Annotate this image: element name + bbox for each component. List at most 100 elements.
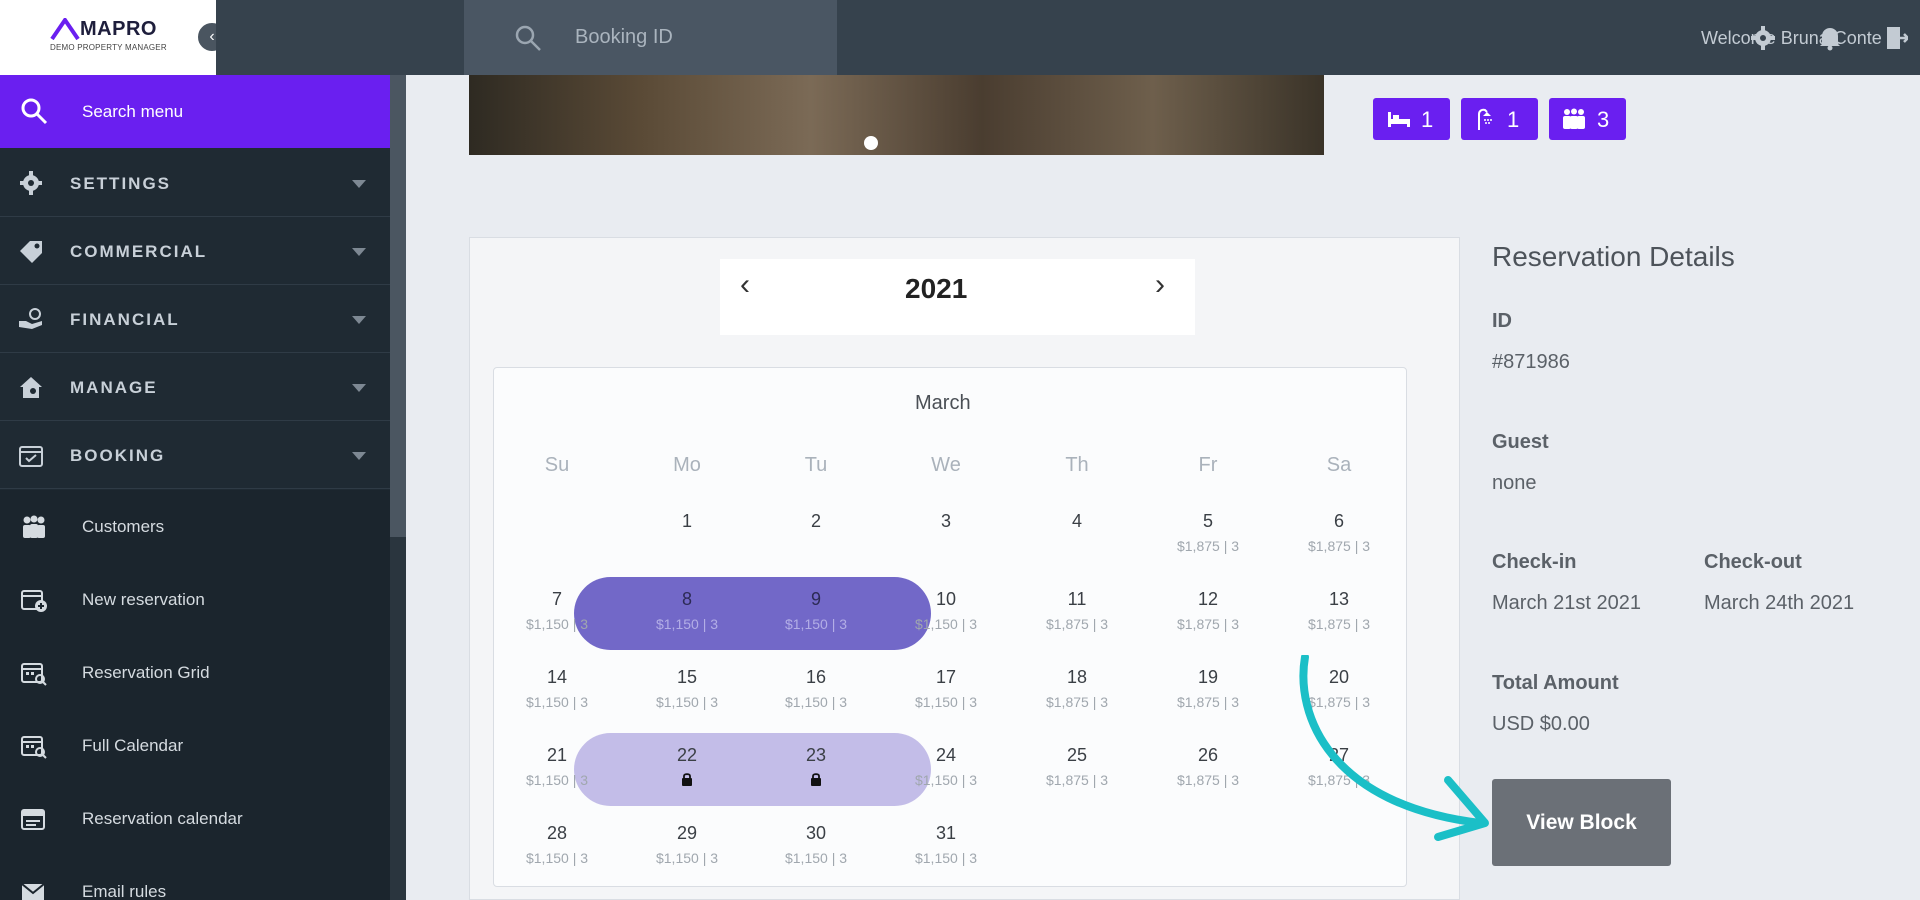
day-price: $1,875 | 3 [1045,772,1109,788]
day-price: $1,150 | 3 [784,850,848,866]
calendar-day[interactable]: 13 $1,875 | 3 [1284,589,1394,632]
sidebar-item-new-reservation[interactable]: New reservation [0,563,390,635]
day-number: 17 [935,667,957,687]
sidebar-item-full-calendar[interactable]: Full Calendar [0,709,390,781]
day-number: 18 [1066,667,1088,687]
calendar-day[interactable]: 19 $1,875 | 3 [1153,667,1263,710]
check-out-value: March 24th 2021 [1704,592,1855,614]
day-number: 24 [935,745,957,765]
blocked-range[interactable] [574,733,931,806]
day-number: 7 [551,589,562,609]
calendar-day[interactable]: 30 $1,150 | 3 [761,823,871,866]
calendar-day[interactable]: 5 $1,875 | 3 [1153,511,1263,554]
day-price: $1,150 | 3 [784,694,848,710]
sidebar-item-reservation-calendar[interactable]: Reservation calendar [0,782,390,854]
day-price: $1,150 | 3 [784,616,848,632]
calendar-day[interactable]: 12 $1,875 | 3 [1153,589,1263,632]
logo-text: MAPRO [80,18,157,40]
day-price: $1,875 | 3 [1307,616,1371,632]
day-price: $1,150 | 3 [655,694,719,710]
calendar-day[interactable]: 23 [761,745,871,786]
calendar-day[interactable]: 14 $1,150 | 3 [502,667,612,710]
bedrooms-count: 1 [1421,107,1434,132]
sidebar-item-customers[interactable]: Customers [0,490,390,562]
day-price: $1,875 | 3 [1307,538,1371,554]
day-price: $1,875 | 3 [1045,616,1109,632]
calendar-day[interactable]: 15 $1,150 | 3 [632,667,742,710]
sidebar-item-label: Reservation Grid [82,663,210,682]
calendar-day[interactable]: 2 [761,511,871,532]
day-number: 6 [1333,511,1344,531]
calendar-day[interactable]: 1 [632,511,742,532]
weekday-header: Th [1065,454,1089,476]
sidebar-section-label: COMMERCIAL [70,242,208,261]
logo[interactable]: MAPRO DEMO PROPERTY MANAGER [0,0,216,75]
sidebar-scrollbar-thumb[interactable] [390,75,406,537]
day-number: 29 [676,823,698,843]
calendar-day[interactable]: 7 $1,150 | 3 [502,589,612,632]
sidebar-section-commercial[interactable]: COMMERCIAL [0,217,390,285]
top-bar: Booking ID Welcome Bruna Conte [216,0,1920,75]
booking-id-search[interactable]: Booking ID [464,0,837,75]
next-year-button[interactable]: › [1155,268,1165,302]
day-number: 10 [935,589,957,609]
calendar-day[interactable]: 4 [1022,511,1132,532]
day-number: 4 [1071,511,1082,531]
calendar-day[interactable]: 31 $1,150 | 3 [891,823,1001,866]
calendar-day[interactable]: 3 [891,511,1001,532]
calendar-day[interactable]: 25 $1,875 | 3 [1022,745,1132,788]
sidebar-item-reservation-grid[interactable]: Reservation Grid [0,636,390,708]
calendar-day[interactable]: 28 $1,150 | 3 [502,823,612,866]
calendar-day[interactable]: 29 $1,150 | 3 [632,823,742,866]
previous-year-button[interactable]: ‹ [740,268,750,302]
day-price: $1,150 | 3 [525,694,589,710]
chevron-down-icon [352,384,366,392]
total-amount-label: Total Amount [1492,672,1619,694]
day-number: 28 [546,823,568,843]
welcome-text: Welcome Bruna Conte [1701,28,1882,48]
view-block-button[interactable]: View Block [1492,779,1671,866]
logout-icon[interactable] [1886,25,1908,51]
day-price: $1,150 | 3 [525,616,589,632]
sidebar-section-manage[interactable]: MANAGE [0,353,390,421]
day-price: $1,150 | 3 [525,850,589,866]
sidebar-section-settings[interactable]: SETTINGS [0,149,390,217]
search-menu[interactable]: Search menu [0,75,390,148]
year-label: 2021 [905,273,968,304]
lock-icon [811,773,821,786]
calendar-day[interactable]: 9 $1,150 | 3 [761,589,871,632]
sidebar-section-financial[interactable]: FINANCIAL [0,285,390,353]
calendar-day[interactable]: 21 $1,150 | 3 [502,745,612,788]
calendar-day[interactable]: 8 $1,150 | 3 [632,589,742,632]
calendar-day[interactable]: 26 $1,875 | 3 [1153,745,1263,788]
calendar-day[interactable]: 18 $1,875 | 3 [1022,667,1132,710]
calendar-day[interactable]: 6 $1,875 | 3 [1284,511,1394,554]
day-number: 30 [805,823,827,843]
day-price: $1,150 | 3 [914,772,978,788]
calendar-day[interactable]: 16 $1,150 | 3 [761,667,871,710]
bedrooms-badge: 1 [1373,98,1450,140]
sidebar-item-email-rules[interactable]: Email rules [0,855,390,900]
day-price: $1,150 | 3 [525,772,589,788]
calendar-day[interactable]: 17 $1,150 | 3 [891,667,1001,710]
day-number: 9 [810,589,821,609]
guest-label: Guest [1492,431,1549,453]
day-price: $1,875 | 3 [1176,538,1240,554]
calendar-day[interactable]: 22 [632,745,742,786]
id-value: #871986 [1492,351,1570,373]
gear-icon[interactable] [1750,25,1776,51]
calendar-day[interactable]: 24 $1,150 | 3 [891,745,1001,788]
bell-icon[interactable] [1818,25,1842,51]
booked-range[interactable] [574,577,931,650]
calendar-day[interactable]: 10 $1,150 | 3 [891,589,1001,632]
sidebar-item-label: New reservation [82,590,205,609]
day-number: 16 [805,667,827,687]
day-price: $1,875 | 3 [1176,694,1240,710]
carousel-indicator[interactable] [864,136,878,150]
calendar-day[interactable]: 11 $1,875 | 3 [1022,589,1132,632]
chevron-down-icon [352,316,366,324]
sidebar-section-booking[interactable]: BOOKING [0,421,390,489]
search-menu-label: Search menu [82,102,184,121]
property-photo [469,75,1324,155]
gear-icon [20,171,42,195]
